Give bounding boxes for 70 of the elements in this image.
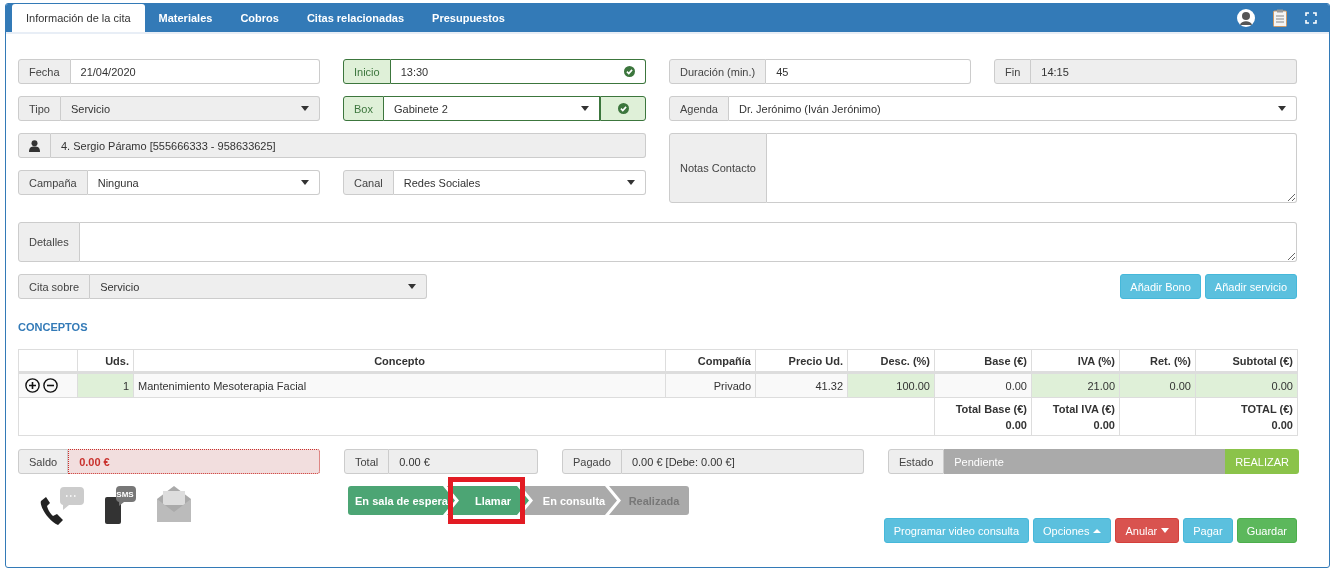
field-label: Agenda bbox=[669, 96, 729, 121]
caret-icon bbox=[1161, 528, 1170, 533]
caret-icon bbox=[1093, 528, 1102, 533]
tab[interactable]: Materiales bbox=[144, 4, 227, 32]
agenda-dropdown[interactable]: Dr. Jerónimo (Iván Jerónimo) bbox=[728, 96, 1297, 121]
action-button[interactable]: Guardar bbox=[1236, 518, 1297, 543]
status-step[interactable]: En sala de espera bbox=[348, 486, 455, 515]
total-cell: Total IVA (€) 0.00 bbox=[1031, 397, 1120, 436]
tab[interactable]: Información de la cita bbox=[12, 4, 145, 32]
clipboard-icon[interactable] bbox=[1273, 9, 1287, 27]
field-label: Cita sobre bbox=[18, 274, 91, 299]
add-row-icon[interactable] bbox=[25, 378, 40, 393]
table-cell: 0.00 bbox=[934, 372, 1032, 398]
time-field[interactable]: 13:30 bbox=[390, 59, 646, 84]
field-label: Canal bbox=[343, 170, 394, 195]
status-field: Pendiente bbox=[944, 449, 1226, 474]
table-cell[interactable]: 21.00 bbox=[1031, 372, 1120, 398]
field-label: Detalles bbox=[18, 222, 80, 262]
appointment-for-dropdown[interactable]: Servicio bbox=[90, 274, 427, 299]
check-icon bbox=[624, 66, 635, 77]
box-dropdown[interactable]: Gabinete 2 bbox=[383, 96, 600, 121]
caret-icon bbox=[301, 106, 309, 111]
remove-row-icon[interactable] bbox=[43, 378, 58, 393]
total-field: 0.00 € bbox=[389, 449, 538, 474]
paid-field: 0.00 € [Debe: 0.00 €] bbox=[621, 449, 864, 474]
person-icon bbox=[29, 139, 40, 152]
field-label: Saldo bbox=[18, 449, 69, 474]
table-cell[interactable]: 0.00 bbox=[1119, 372, 1196, 398]
date-field[interactable]: 21/04/2020 bbox=[70, 59, 320, 84]
tab[interactable]: Cobros bbox=[226, 4, 293, 32]
field-label: Estado bbox=[888, 449, 945, 474]
campaign-dropdown[interactable]: Ninguna bbox=[87, 170, 320, 195]
contact-field: 4. Sergio Páramo [555666333 - 958633625] bbox=[51, 133, 646, 158]
caret-icon bbox=[408, 284, 416, 289]
field-label: Fecha bbox=[18, 59, 71, 84]
caret-icon bbox=[581, 106, 589, 111]
total-cell: Total Base (€) 0.00 bbox=[934, 397, 1032, 436]
total-cell: TOTAL (€) 0.00 bbox=[1195, 397, 1298, 436]
table-cell: Mantenimiento Mesoterapia Facial bbox=[133, 372, 666, 398]
type-dropdown[interactable]: Servicio bbox=[61, 96, 320, 121]
table-cell[interactable]: 1 bbox=[77, 372, 134, 398]
check-icon bbox=[617, 103, 629, 114]
duration-field[interactable]: 45 bbox=[766, 59, 971, 84]
caret-icon bbox=[301, 180, 309, 185]
field-label: Box bbox=[343, 96, 384, 121]
avatar-icon[interactable] bbox=[1237, 9, 1255, 27]
caret-icon bbox=[1278, 106, 1286, 111]
field-label: Pagado bbox=[562, 449, 622, 474]
field-label: Inicio bbox=[343, 59, 391, 84]
field-label: Tipo bbox=[18, 96, 61, 121]
action-button[interactable]: Anular bbox=[1115, 518, 1180, 543]
tab[interactable]: Citas relacionadas bbox=[292, 4, 419, 32]
channel-dropdown[interactable]: Redes Sociales bbox=[393, 170, 646, 195]
balance-field: 0.00 € bbox=[68, 449, 320, 474]
tab[interactable]: Presupuestos bbox=[418, 4, 519, 32]
caret-icon bbox=[627, 180, 635, 185]
field-label: Fin bbox=[994, 59, 1032, 84]
table-cell: Privado bbox=[665, 372, 756, 398]
field-label: Duración (min.) bbox=[669, 59, 767, 84]
fullscreen-icon[interactable] bbox=[1305, 12, 1317, 24]
table-cell: 41.32 bbox=[755, 372, 848, 398]
table-cell[interactable]: 100.00 bbox=[847, 372, 935, 398]
field-label: Campaña bbox=[18, 170, 88, 195]
field-label: Notas Contacto bbox=[669, 133, 767, 203]
table-cell[interactable]: 0.00 bbox=[1195, 372, 1298, 398]
end-time-field: 14:15 bbox=[1031, 59, 1297, 84]
phone-call-icon[interactable] bbox=[38, 485, 84, 527]
field-label: Total bbox=[344, 449, 390, 474]
envelope-icon[interactable] bbox=[156, 485, 192, 523]
section-heading: CONCEPTOS bbox=[18, 321, 89, 335]
